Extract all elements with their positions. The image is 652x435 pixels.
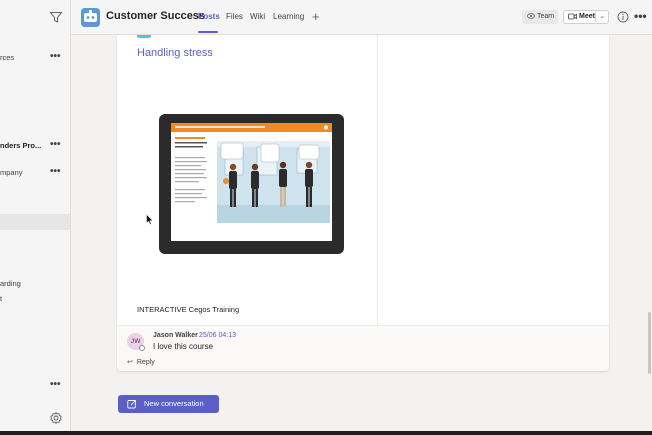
gear-icon[interactable] (49, 411, 63, 425)
sidebar-channel-item[interactable]: nders Pro... ••• (0, 139, 70, 153)
post-card: Handling stress INTERACTIVE Cegos Traini… (117, 35, 609, 371)
meet-button-label: Meet (579, 13, 595, 20)
reply-button[interactable]: ↩ Reply (127, 358, 155, 366)
chevron-down-icon[interactable]: ⌄ (599, 11, 605, 23)
sidebar-channel-item[interactable]: rces ••• (0, 51, 70, 65)
filter-icon[interactable] (49, 10, 63, 24)
tab-learning[interactable]: Learning (273, 12, 304, 21)
presence-status-icon (139, 345, 145, 351)
more-options-icon[interactable]: ••• (634, 9, 647, 23)
tab-posts[interactable]: Posts (198, 12, 220, 21)
sidebar-more-row[interactable]: ••• (0, 379, 70, 393)
team-logo-icon (81, 8, 100, 27)
more-options-icon[interactable]: ••• (50, 139, 61, 151)
reply-arrow-icon: ↩ (127, 359, 133, 366)
sidebar-channel-item[interactable]: arding (0, 277, 70, 291)
teams-sidebar: rces ••• nders Pro... ••• mpany ••• ardi… (0, 0, 71, 435)
more-options-icon[interactable]: ••• (50, 51, 61, 63)
window-bottom-edge (0, 431, 652, 435)
post-tag (137, 35, 151, 38)
sidebar-channel-label: mpany (0, 168, 23, 177)
team-title: Customer Success (106, 10, 206, 22)
reply-thread: JW Jason Walker 25/06 04:13 I love this … (117, 326, 609, 371)
reply-timestamp: 25/06 04:13 (199, 332, 236, 339)
sidebar-channel-label: arding (0, 279, 21, 288)
post-title[interactable]: Handling stress (137, 47, 213, 59)
channel-header: Customer Success Posts Files Wiki Learni… (71, 0, 652, 35)
sidebar-channel-label: rces (0, 53, 15, 62)
scrollbar[interactable] (648, 312, 651, 374)
compose-icon (127, 399, 137, 409)
sidebar-selected-channel[interactable] (0, 214, 70, 230)
active-tab-indicator (198, 31, 218, 33)
info-icon[interactable] (617, 11, 629, 23)
sidebar-channel-label: nders Pro... (0, 141, 42, 150)
tab-files[interactable]: Files (226, 12, 243, 21)
more-options-icon[interactable]: ••• (50, 166, 61, 178)
sidebar-channel-item[interactable]: mpany ••• (0, 166, 70, 180)
team-button-label: Team (537, 13, 555, 20)
sidebar-channel-item[interactable]: t (0, 292, 70, 306)
meet-divider (595, 12, 596, 22)
video-camera-icon (568, 13, 577, 20)
reply-message: I love this course (153, 342, 214, 351)
mouse-cursor-icon (146, 214, 154, 225)
meet-button[interactable]: Meet ⌄ (563, 10, 609, 24)
course-thumbnail[interactable] (159, 114, 344, 254)
course-screen-image (171, 123, 332, 241)
eye-icon (527, 13, 535, 19)
reply-author: Jason Walker (153, 332, 198, 339)
sidebar-channel-label: t (0, 294, 3, 303)
card-column-divider (377, 35, 378, 325)
post-caption: INTERACTIVE Cegos Training (137, 305, 240, 314)
new-conversation-label: New conversation (144, 399, 204, 408)
new-conversation-button[interactable]: New conversation (118, 395, 219, 413)
reply-button-label: Reply (136, 359, 155, 366)
add-tab-icon[interactable]: + (312, 9, 320, 24)
team-button[interactable]: Team (522, 10, 558, 24)
more-options-icon[interactable]: ••• (50, 379, 61, 391)
tab-wiki[interactable]: Wiki (250, 12, 265, 21)
course-illustration (171, 123, 332, 223)
